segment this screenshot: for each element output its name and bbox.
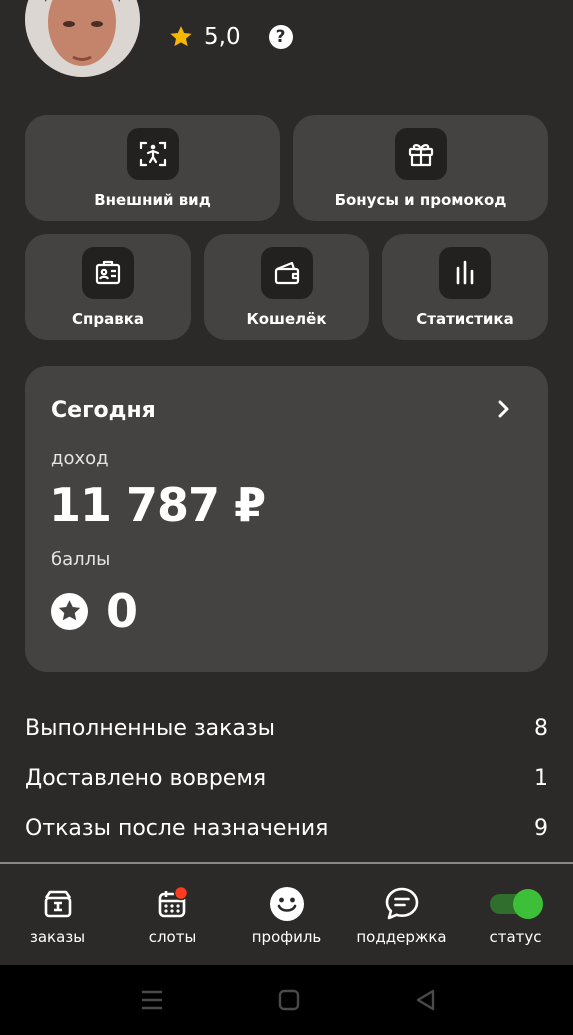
toggle-icon — [489, 889, 543, 919]
today-card[interactable]: Сегодня доход 11 787 ₽ баллы 0 — [25, 366, 548, 672]
system-nav-bar — [0, 965, 573, 1035]
tab-orders[interactable]: заказы — [0, 886, 115, 946]
points-row: 0 — [51, 584, 138, 638]
points-label: баллы — [51, 549, 111, 570]
menu-icon[interactable] — [140, 989, 164, 1011]
stat-row-completed: Выполненные заказы 8 — [25, 716, 548, 741]
stat-value: 1 — [534, 766, 548, 791]
tab-label: профиль — [251, 928, 322, 946]
tab-label: статус — [489, 928, 542, 946]
avatar[interactable] — [25, 0, 140, 77]
rating-value: 5,0 — [204, 24, 241, 50]
stat-label: Доставлено вовремя — [25, 766, 267, 791]
tile-wallet[interactable]: Кошелёк — [204, 234, 369, 340]
smiley-icon — [269, 887, 304, 921]
tile-reference[interactable]: Справка — [25, 234, 191, 340]
tile-bonuses[interactable]: Бонусы и промокод — [293, 115, 548, 221]
stat-label: Выполненные заказы — [25, 716, 275, 741]
help-icon[interactable]: ? — [268, 25, 293, 49]
home-icon[interactable] — [278, 989, 300, 1011]
stat-value: 9 — [534, 816, 548, 841]
rating: 5,0 ? — [168, 24, 293, 50]
star-icon — [170, 26, 192, 47]
stat-label: Отказы после назначения — [25, 816, 329, 841]
income-value: 11 787 ₽ — [49, 478, 266, 532]
person-frame-icon — [126, 128, 179, 180]
bar-chart-icon — [439, 247, 491, 299]
tab-status[interactable]: статус — [458, 886, 573, 946]
today-title: Сегодня — [51, 398, 156, 423]
bottom-tab-bar: заказы слоты профиль поддержка статус — [0, 864, 573, 965]
stat-row-on-time: Доставлено вовремя 1 — [25, 766, 548, 791]
tab-profile[interactable]: профиль — [229, 886, 344, 946]
stat-value: 8 — [534, 716, 548, 741]
wallet-icon — [260, 247, 313, 299]
tile-appearance[interactable]: Внешний вид — [25, 115, 280, 221]
back-icon[interactable] — [414, 988, 436, 1012]
chevron-right-icon[interactable] — [494, 396, 514, 422]
tile-label: Бонусы и промокод — [334, 191, 507, 209]
tile-label: Статистика — [416, 310, 514, 328]
tile-label: Справка — [71, 310, 145, 328]
box-icon — [44, 890, 71, 918]
tab-label: слоты — [148, 928, 197, 946]
tab-slots[interactable]: слоты — [115, 886, 230, 946]
star-badge-icon — [51, 592, 88, 630]
tile-label: Кошелёк — [246, 310, 327, 328]
points-value: 0 — [106, 584, 139, 638]
id-card-icon — [82, 247, 134, 299]
tile-statistics[interactable]: Статистика — [382, 234, 548, 340]
income-label: доход — [51, 448, 109, 469]
tile-label: Внешний вид — [94, 191, 211, 209]
tab-support[interactable]: поддержка — [344, 886, 459, 946]
gift-icon — [394, 128, 447, 180]
chat-icon — [385, 887, 418, 920]
calendar-icon — [158, 886, 188, 918]
tab-label: поддержка — [356, 928, 447, 946]
stat-row-refusals: Отказы после назначения 9 — [25, 816, 548, 841]
tab-label: заказы — [29, 928, 86, 946]
